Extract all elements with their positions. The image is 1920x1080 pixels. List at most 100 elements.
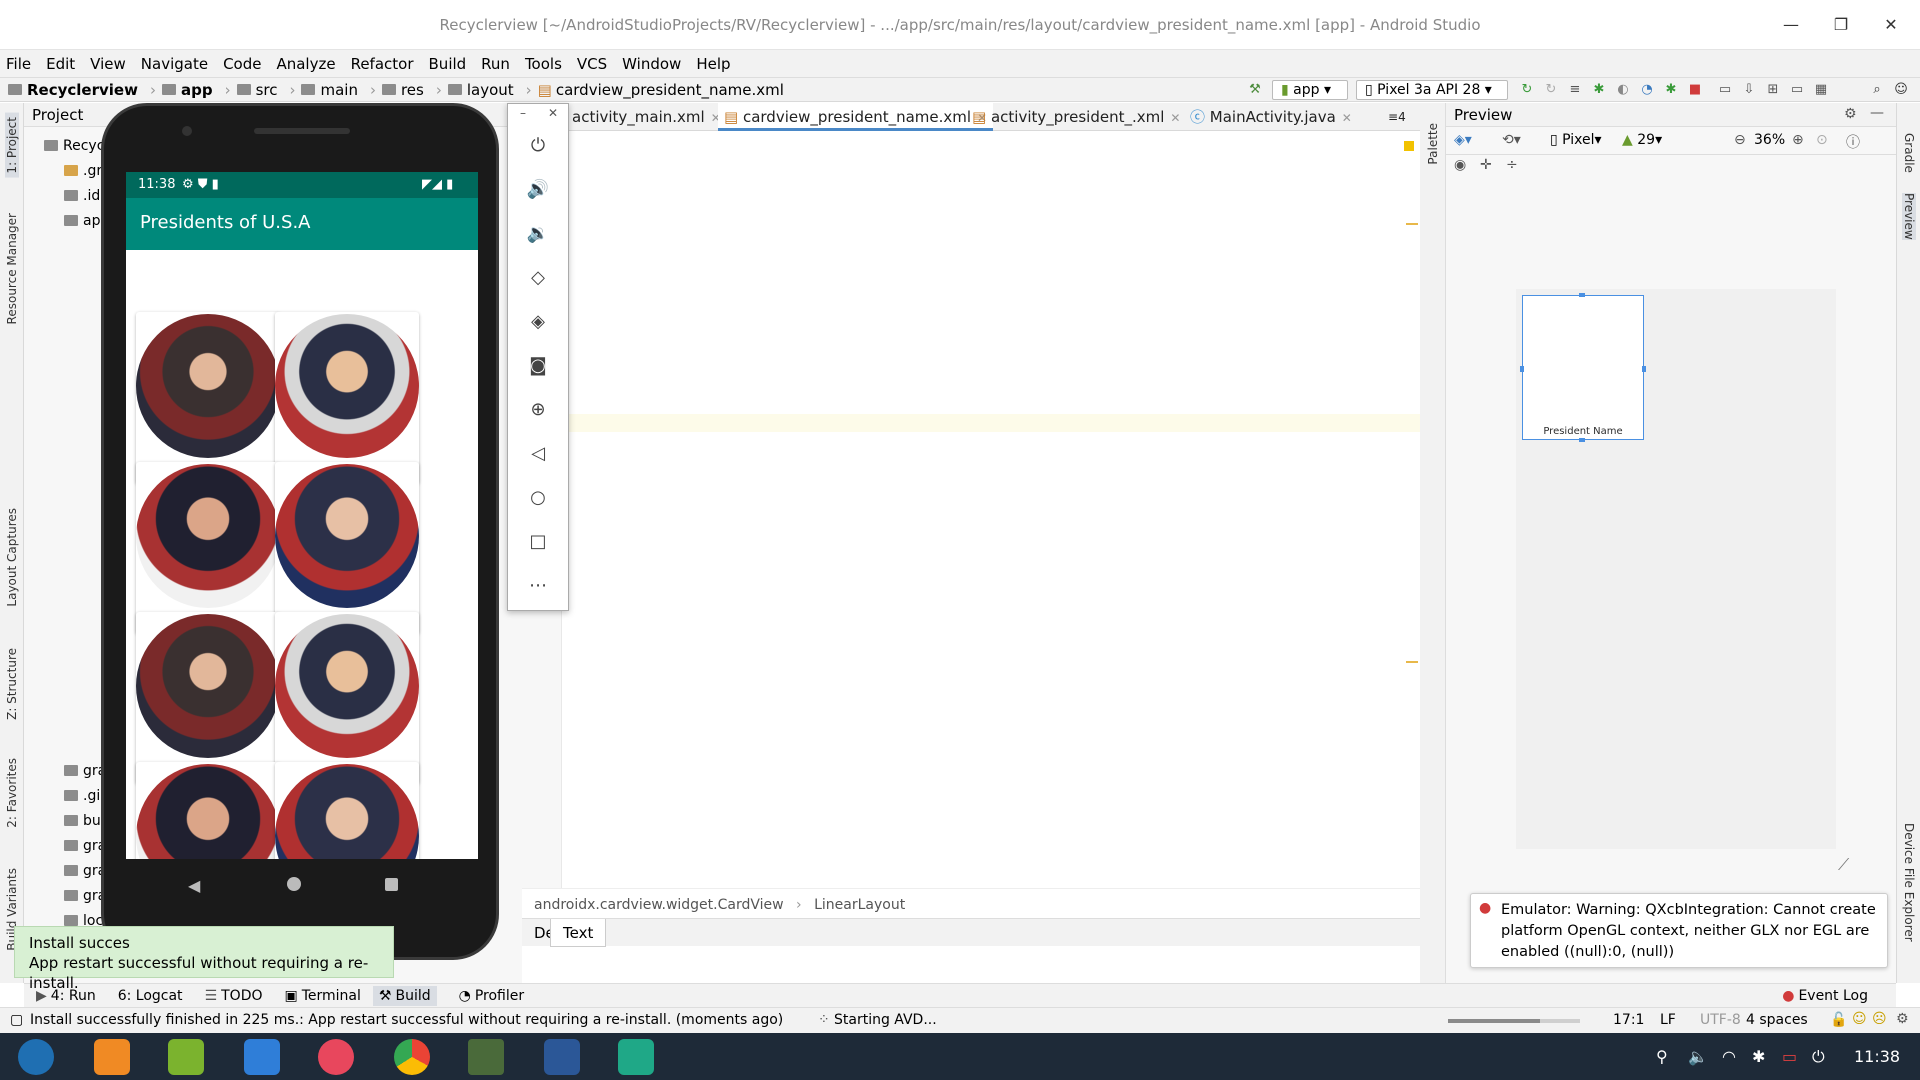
close-emulator-button[interactable]: ✕ [548, 106, 558, 120]
info-icon[interactable]: ⓘ [1846, 132, 1860, 152]
tree-item[interactable]: gra [64, 883, 106, 908]
margin-icon[interactable]: ÷ [1506, 157, 1518, 173]
zoom-out-icon[interactable]: ⊖ [1734, 132, 1746, 148]
president-card[interactable]: Gerald Ford [136, 312, 280, 484]
president-card[interactable] [136, 762, 280, 859]
menu-build[interactable]: Build [429, 55, 467, 73]
profile-icon[interactable]: ◔ [1638, 81, 1656, 99]
warning-marker-icon[interactable] [1404, 141, 1414, 151]
menu-file[interactable]: File [6, 55, 31, 73]
chrome-icon[interactable] [394, 1039, 430, 1075]
power-icon[interactable]: ⏻ [1812, 1047, 1825, 1067]
tool-project[interactable]: 1: Project [5, 113, 19, 178]
tab-overflow[interactable]: ≡4 [1382, 103, 1412, 131]
line-separator[interactable]: LF [1660, 1012, 1676, 1028]
usb-icon[interactable]: ⚲ [1656, 1047, 1668, 1066]
preview-device[interactable]: ▯ Pixel▾ [1550, 132, 1602, 148]
tree-item[interactable]: gra [64, 858, 106, 883]
caret-position[interactable]: 17:1 [1613, 1012, 1644, 1028]
tool-structure[interactable]: Z: Structure [5, 648, 19, 720]
close-icon[interactable]: ✕ [1170, 111, 1180, 125]
git-icon[interactable]: ⚙ [1896, 1011, 1909, 1027]
menu-tools[interactable]: Tools [525, 55, 562, 73]
tree-item[interactable]: .id [64, 183, 100, 208]
apply-code-icon[interactable]: ↻ [1542, 81, 1560, 99]
background-task[interactable]: Starting AVD... [834, 1012, 937, 1028]
clock[interactable]: 11:38 [1854, 1047, 1900, 1066]
code-editor[interactable]: androidx.cardview.widget.CardView › Line… [522, 131, 1420, 918]
layout-inspector-icon[interactable]: ▦ [1812, 81, 1830, 99]
menu-navigate[interactable]: Navigate [141, 55, 208, 73]
settings-icon[interactable] [318, 1039, 354, 1075]
tool-layout-captures[interactable]: Layout Captures [5, 508, 19, 607]
resize-handle[interactable] [1579, 293, 1585, 297]
tab-main-activity[interactable]: ⓒ MainActivity.java ✕ [1184, 103, 1358, 131]
status-message[interactable]: Install successfully finished in 225 ms.… [30, 1012, 783, 1028]
device-icon[interactable]: ▭ [1788, 81, 1806, 99]
launcher-icon[interactable] [18, 1039, 54, 1075]
tab-activity-main[interactable]: activity_main.xml ✕ [566, 103, 727, 131]
tool-profiler[interactable]: ◔ Profiler [459, 988, 525, 1004]
zoom-reset-icon[interactable]: ⊙ [1816, 132, 1828, 148]
back-button[interactable]: ◁ [522, 438, 554, 470]
menu-edit[interactable]: Edit [46, 55, 75, 73]
sdk-manager-icon[interactable]: ⇩ [1740, 81, 1758, 99]
menu-code[interactable]: Code [223, 55, 261, 73]
rotate-right-button[interactable]: ◈ [522, 306, 554, 338]
menu-window[interactable]: Window [622, 55, 681, 73]
president-card[interactable]: Ronald Wilson [136, 462, 280, 634]
card-preview[interactable]: President Name [1520, 293, 1646, 442]
volume-down-button[interactable]: 🔉 [522, 218, 554, 250]
president-card[interactable]: George H.W.Bush [275, 462, 419, 634]
editor-crumb-cardview[interactable]: androidx.cardview.widget.CardView [534, 897, 784, 913]
breadcrumb-project[interactable]: Recyclerview [8, 81, 138, 99]
device-select[interactable]: ▯ Pixel 3a API 28 ▾ [1356, 80, 1508, 100]
resize-handle[interactable] [1520, 366, 1524, 372]
terminal-app-icon[interactable] [618, 1039, 654, 1075]
phone-screen[interactable]: 11:38 ⚙ ⛊ ▮ ◤◢ ▮ Presidents of U.S.A Ger… [126, 172, 478, 859]
hammer-icon[interactable]: ⚒ [1246, 81, 1264, 99]
president-card[interactable]: Gerald Ford [136, 612, 280, 784]
music-icon[interactable] [168, 1039, 204, 1075]
menu-view[interactable]: View [90, 55, 126, 73]
minimize-button[interactable]: — [1776, 12, 1806, 38]
tree-item[interactable]: Recyc [44, 133, 104, 158]
file-encoding[interactable]: UTF-8 [1700, 1012, 1741, 1028]
close-icon[interactable]: ✕ [1342, 111, 1352, 125]
tab-activity-president[interactable]: ▤ activity_president_.xml ✕ [966, 103, 1186, 131]
breadcrumb-src[interactable]: src [236, 81, 277, 99]
rotate-left-button[interactable]: ◇ [522, 262, 554, 294]
nav-back-icon[interactable]: ◀ [188, 876, 200, 895]
breadcrumb-main[interactable]: main [301, 81, 358, 99]
emulator-warning-balloon[interactable]: ● Emulator: Warning: QXcbIntegration: Ca… [1470, 893, 1888, 968]
module-select[interactable]: ▮ app ▾ [1272, 80, 1348, 100]
wifi-icon[interactable]: ◠ [1722, 1047, 1736, 1066]
android-studio-icon[interactable] [468, 1039, 504, 1075]
files-icon[interactable] [94, 1039, 130, 1075]
minimize-emulator-button[interactable]: – [520, 106, 526, 120]
status-icon[interactable]: ▢ [10, 1012, 23, 1028]
layers-icon[interactable]: ◈▾ [1454, 132, 1472, 148]
tool-resource-manager[interactable]: Resource Manager [5, 213, 19, 324]
search-icon[interactable]: ⌕ [1868, 81, 1886, 99]
attach-debugger-icon[interactable]: ✱ [1662, 81, 1680, 99]
tree-item[interactable]: gra [64, 833, 106, 858]
tool-gradle[interactable]: Gradle [1902, 133, 1916, 173]
menu-help[interactable]: Help [696, 55, 730, 73]
volume-up-button[interactable]: 🔊 [522, 174, 554, 206]
breadcrumb-app[interactable]: app [161, 81, 213, 99]
menu-refactor[interactable]: Refactor [351, 55, 414, 73]
eye-icon[interactable]: ◉ [1454, 157, 1466, 173]
breadcrumb-layout[interactable]: layout [447, 81, 514, 99]
apply-changes-icon[interactable]: ↻ [1518, 81, 1536, 99]
editor-crumb-linearlayout[interactable]: LinearLayout [814, 897, 905, 913]
install-toast[interactable]: Install succes App restart successful wi… [14, 926, 394, 992]
avd-manager-icon[interactable]: ▭ [1716, 81, 1734, 99]
bluetooth-icon[interactable]: ✱ [1752, 1047, 1765, 1066]
camera-button[interactable]: ◙ [522, 350, 554, 382]
maximize-button[interactable]: ❐ [1826, 12, 1856, 38]
zoom-button[interactable]: ⊕ [522, 394, 554, 426]
breadcrumb-res[interactable]: res [381, 81, 424, 99]
rerun-icon[interactable]: ≡ [1566, 81, 1584, 99]
tree-item[interactable]: ap [64, 208, 100, 233]
